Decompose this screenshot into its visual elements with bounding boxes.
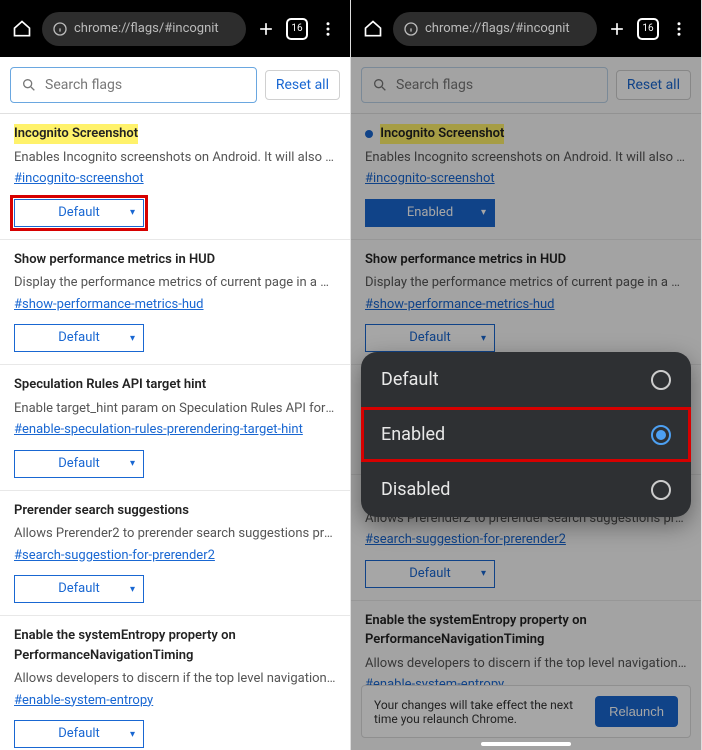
- option-disabled[interactable]: Disabled: [361, 462, 691, 517]
- flag-description: Allows Prerender2 to prerender search su…: [14, 524, 336, 544]
- flag-dropdown[interactable]: Default ▾: [14, 450, 144, 478]
- flag-anchor-link[interactable]: #show-performance-metrics-hud: [14, 295, 204, 315]
- flag-anchor-link[interactable]: #enable-speculation-rules-prerendering-t…: [14, 420, 303, 440]
- browser-toolbar: chrome://flags/#incognit 16: [351, 0, 701, 57]
- flag-title: Prerender search suggestions: [14, 501, 189, 521]
- home-icon[interactable]: [10, 19, 34, 39]
- reset-all-button[interactable]: Reset all: [265, 70, 340, 100]
- new-tab-icon[interactable]: [254, 19, 278, 39]
- flag-title: Incognito Screenshot: [14, 124, 138, 144]
- left-screenshot: chrome://flags/#incognit 16 Search flags…: [0, 0, 351, 750]
- flag-title: Speculation Rules API target hint: [14, 375, 206, 395]
- address-bar[interactable]: chrome://flags/#incognit: [42, 12, 246, 46]
- chevron-down-icon: ▾: [130, 205, 135, 220]
- option-enabled[interactable]: Enabled: [361, 407, 691, 462]
- search-placeholder: Search flags: [45, 77, 122, 93]
- flags-page: Search flags Reset all Incognito Screens…: [351, 57, 701, 750]
- site-info-icon[interactable]: [403, 21, 419, 37]
- tab-switcher[interactable]: 16: [286, 18, 308, 40]
- flag-dropdown[interactable]: Default ▾: [14, 575, 144, 603]
- flag-dropdown[interactable]: Default ▾: [14, 720, 144, 748]
- new-tab-icon[interactable]: [605, 19, 629, 39]
- address-bar[interactable]: chrome://flags/#incognit: [393, 12, 597, 46]
- chevron-down-icon: ▾: [130, 727, 135, 742]
- overflow-menu-icon[interactable]: [316, 20, 340, 38]
- browser-toolbar: chrome://flags/#incognit 16: [0, 0, 350, 57]
- chevron-down-icon: ▾: [130, 456, 135, 471]
- search-icon: [21, 77, 37, 93]
- flag-anchor-link[interactable]: #search-suggestion-for-prerender2: [14, 546, 215, 566]
- flag-description: Allows developers to discern if the top …: [14, 669, 336, 689]
- flag-prerender-search: Prerender search suggestions Allows Prer…: [0, 491, 350, 617]
- flag-title: Enable the systemEntropy property on Per…: [14, 626, 336, 665]
- dropdown-popup: Default Enabled Disabled: [361, 352, 691, 517]
- tab-switcher[interactable]: 16: [637, 18, 659, 40]
- flag-description: Enables Incognito screenshots on Android…: [14, 148, 336, 168]
- home-icon[interactable]: [361, 19, 385, 39]
- radio-icon: [651, 480, 671, 500]
- flag-speculation-rules: Speculation Rules API target hint Enable…: [0, 365, 350, 491]
- flag-incognito-screenshot: Incognito Screenshot Enables Incognito s…: [0, 114, 350, 240]
- radio-icon: [651, 425, 671, 445]
- right-screenshot: chrome://flags/#incognit 16 Search flags…: [351, 0, 702, 750]
- flag-system-entropy: Enable the systemEntropy property on Per…: [0, 616, 350, 750]
- url-text: chrome://flags/#incognit: [74, 21, 219, 36]
- flag-anchor-link[interactable]: #enable-system-entropy: [14, 691, 153, 711]
- chevron-down-icon: ▾: [130, 331, 135, 346]
- site-info-icon[interactable]: [52, 21, 68, 37]
- option-default[interactable]: Default: [361, 352, 691, 407]
- flag-anchor-link[interactable]: #incognito-screenshot: [14, 169, 144, 189]
- overflow-menu-icon[interactable]: [667, 20, 691, 38]
- flag-description: Display the performance metrics of curre…: [14, 273, 336, 293]
- chevron-down-icon: ▾: [130, 582, 135, 597]
- flag-performance-hud: Show performance metrics in HUD Display …: [0, 240, 350, 366]
- radio-icon: [651, 370, 671, 390]
- gesture-bar: [481, 742, 571, 746]
- url-text: chrome://flags/#incognit: [425, 21, 570, 36]
- flag-dropdown[interactable]: Default ▾: [14, 199, 144, 227]
- flag-description: Enable target_hint param on Speculation …: [14, 399, 336, 419]
- search-input[interactable]: Search flags: [10, 67, 257, 103]
- flags-page: Search flags Reset all Incognito Screens…: [0, 57, 350, 750]
- flag-dropdown[interactable]: Default ▾: [14, 324, 144, 352]
- flag-title: Show performance metrics in HUD: [14, 250, 215, 270]
- search-row: Search flags Reset all: [0, 57, 350, 114]
